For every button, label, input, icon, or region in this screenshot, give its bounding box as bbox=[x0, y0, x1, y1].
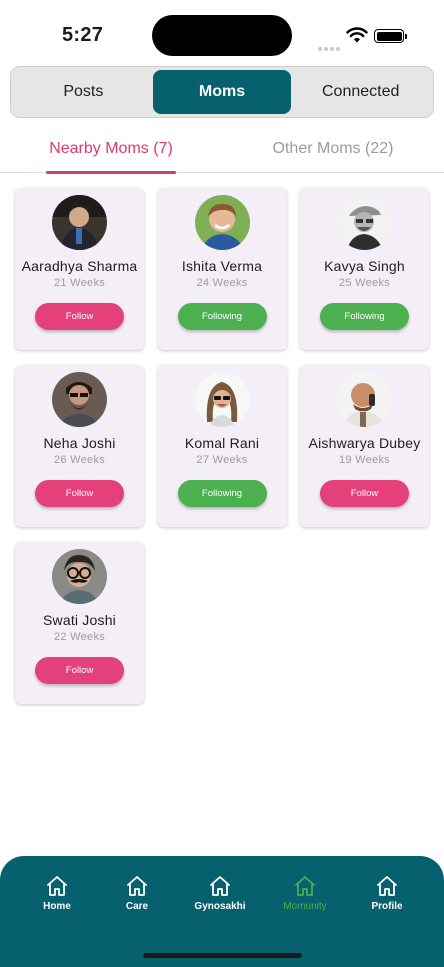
avatar bbox=[337, 372, 392, 427]
mom-card[interactable]: Ishita Verma 24 Weeks Following bbox=[157, 188, 287, 350]
battery-icon bbox=[374, 29, 407, 43]
avatar bbox=[52, 195, 107, 250]
following-button[interactable]: Following bbox=[177, 480, 267, 507]
avatar bbox=[337, 195, 392, 250]
avatar bbox=[52, 372, 107, 427]
wifi-icon bbox=[346, 27, 368, 43]
segment-moms[interactable]: Moms bbox=[152, 70, 292, 114]
home-icon bbox=[47, 876, 67, 896]
mom-card[interactable]: Komal Rani 27 Weeks Following bbox=[157, 365, 287, 527]
home-icon bbox=[210, 876, 230, 896]
mom-name: Kavya Singh bbox=[324, 258, 405, 274]
segment-connected[interactable]: Connected bbox=[291, 70, 430, 114]
avatar bbox=[194, 195, 250, 250]
cellular-signal-icon bbox=[318, 38, 342, 51]
nav-label: Home bbox=[43, 901, 71, 912]
follow-button[interactable]: Follow bbox=[35, 480, 124, 507]
segmented-control: Posts Moms Connected bbox=[10, 66, 434, 118]
status-time: 5:27 bbox=[62, 24, 104, 46]
following-button[interactable]: Following bbox=[320, 303, 409, 330]
tab-other-moms[interactable]: Other Moms (22) bbox=[222, 126, 444, 172]
mom-weeks: 27 Weeks bbox=[196, 454, 248, 466]
nav-label: Gynosakhi bbox=[194, 901, 246, 912]
mom-name: Swati Joshi bbox=[42, 612, 116, 628]
mom-weeks: 25 Weeks bbox=[338, 277, 391, 289]
nav-profile[interactable]: Profile bbox=[347, 874, 427, 912]
moms-subtabs: Nearby Moms (7) Other Moms (22) bbox=[0, 126, 444, 174]
mom-card[interactable]: Neha Joshi 26 Weeks Follow bbox=[15, 365, 144, 527]
nav-label: Momunity bbox=[283, 901, 327, 912]
segment-posts[interactable]: Posts bbox=[14, 70, 153, 114]
home-icon bbox=[127, 876, 147, 896]
following-button[interactable]: Following bbox=[177, 303, 267, 330]
mom-weeks: 21 Weeks bbox=[53, 277, 106, 289]
mom-card[interactable]: Aishwarya Dubey 19 Weeks Follow bbox=[300, 365, 429, 527]
mom-name: Komal Rani bbox=[184, 435, 260, 451]
dynamic-island bbox=[152, 15, 292, 56]
nav-label: Profile bbox=[371, 901, 403, 912]
moms-grid: Aaradhya Sharma 21 Weeks Follow Ishita V… bbox=[15, 188, 429, 704]
home-indicator bbox=[143, 953, 302, 958]
mom-name: Aishwarya Dubey bbox=[308, 435, 421, 451]
nav-home[interactable]: Home bbox=[17, 874, 97, 912]
mom-card[interactable]: Swati Joshi 22 Weeks Follow bbox=[15, 542, 144, 704]
mom-weeks: 22 Weeks bbox=[53, 631, 106, 643]
avatar bbox=[52, 549, 107, 604]
mom-name: Neha Joshi bbox=[43, 435, 116, 451]
home-icon bbox=[295, 876, 315, 896]
status-bar: 5:27 bbox=[0, 0, 444, 62]
bottom-navigation: Home Care Gynosakhi Momunity Profile bbox=[0, 856, 444, 967]
follow-button[interactable]: Follow bbox=[35, 657, 124, 684]
nav-care[interactable]: Care bbox=[97, 874, 177, 912]
nav-label: Care bbox=[125, 901, 149, 912]
avatar bbox=[194, 372, 250, 427]
mom-name: Ishita Verma bbox=[181, 258, 263, 274]
mom-weeks: 26 Weeks bbox=[53, 454, 106, 466]
nav-gynosakhi[interactable]: Gynosakhi bbox=[180, 874, 260, 912]
mom-weeks: 19 Weeks bbox=[338, 454, 391, 466]
mom-name: Aaradhya Sharma bbox=[21, 258, 138, 274]
mom-card[interactable]: Aaradhya Sharma 21 Weeks Follow bbox=[15, 188, 144, 350]
nav-momunity[interactable]: Momunity bbox=[265, 874, 345, 912]
follow-button[interactable]: Follow bbox=[320, 480, 409, 507]
tab-nearby-moms[interactable]: Nearby Moms (7) bbox=[0, 126, 222, 174]
home-icon bbox=[377, 876, 397, 896]
mom-card[interactable]: Kavya Singh 25 Weeks Following bbox=[300, 188, 429, 350]
follow-button[interactable]: Follow bbox=[35, 303, 124, 330]
mom-weeks: 24 Weeks bbox=[196, 277, 248, 289]
